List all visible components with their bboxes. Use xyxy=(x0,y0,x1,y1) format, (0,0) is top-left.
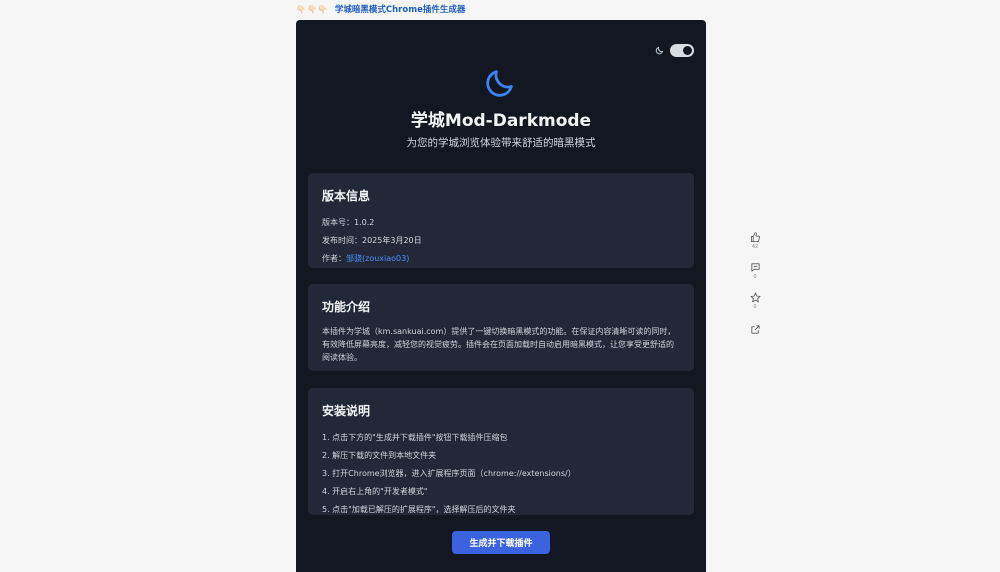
version-heading: 版本信息 xyxy=(322,189,371,203)
comment-count: 0 xyxy=(753,274,757,280)
release-date-label: 发布时间： xyxy=(322,236,362,245)
install-step: 3. 打开Chrome浏览器，进入扩展程序页面（chrome://extensi… xyxy=(322,469,576,478)
feature-intro-card: 功能介绍 本插件为学城（km.sankuai.com）提供了一键切换暗黑模式的功… xyxy=(308,284,694,371)
theme-toggle-group xyxy=(655,44,694,57)
install-step: 1. 点击下方的"生成并下载插件"按钮下载插件压缩包 xyxy=(322,433,508,442)
thumbs-up-icon xyxy=(750,232,760,243)
comment-icon xyxy=(750,263,760,272)
favorite-count: 0 xyxy=(753,304,757,310)
author-link[interactable]: 邹骁(zouxiao03) xyxy=(346,254,409,263)
feature-heading: 功能介绍 xyxy=(322,300,371,314)
favorite-button[interactable]: 0 xyxy=(750,292,761,310)
install-step: 4. 开启右上角的"开发者模式" xyxy=(322,487,428,496)
install-heading: 安装说明 xyxy=(322,404,371,418)
version-value: 1.0.2 xyxy=(354,218,375,227)
moon-icon xyxy=(655,46,664,55)
share-button[interactable] xyxy=(750,324,761,335)
comment-button[interactable]: 0 xyxy=(750,262,761,280)
author-line: 作者：邹骁(zouxiao03) xyxy=(322,250,680,268)
release-date-value: 2025年3月20日 xyxy=(362,236,422,245)
side-action-bar: 42 0 0 xyxy=(745,232,765,335)
star-icon xyxy=(750,292,760,303)
pointing-down-emoji: 👇🏻👇🏻👇🏻 xyxy=(296,4,329,14)
release-date-line: 发布时间：2025年3月20日 xyxy=(322,232,680,250)
install-guide-card: 安装说明 1. 点击下方的"生成并下载插件"按钮下载插件压缩包 2. 解压下载的… xyxy=(308,388,694,515)
author-label: 作者： xyxy=(322,254,346,263)
version-info-card: 版本信息 版本号：1.0.2 发布时间：2025年3月20日 作者：邹骁(zou… xyxy=(308,173,694,268)
share-icon xyxy=(750,325,760,334)
generate-download-button[interactable]: 生成并下载插件 xyxy=(452,531,550,554)
app-subtitle: 为您的学城浏览体验带来舒适的暗黑模式 xyxy=(406,137,596,149)
install-step: 2. 解压下载的文件到本地文件夹 xyxy=(322,451,437,460)
version-label: 版本号： xyxy=(322,218,354,227)
page-header: 👇🏻👇🏻👇🏻 学城暗黑模式Chrome插件生成器 xyxy=(296,3,465,16)
app-title: 学城Mod-Darkmode xyxy=(410,111,592,131)
version-line: 版本号：1.0.2 xyxy=(322,214,680,232)
feature-description: 本插件为学城（km.sankuai.com）提供了一键切换暗黑模式的功能。在保证… xyxy=(322,327,676,362)
moon-logo-icon xyxy=(486,70,513,97)
like-count: 42 xyxy=(751,244,759,250)
theme-toggle-switch[interactable] xyxy=(670,44,694,57)
darkmode-panel: 学城Mod-Darkmode 为您的学城浏览体验带来舒适的暗黑模式 版本信息 版… xyxy=(296,20,706,572)
toggle-knob xyxy=(683,46,692,55)
like-button[interactable]: 42 xyxy=(750,232,761,250)
page-title-link[interactable]: 学城暗黑模式Chrome插件生成器 xyxy=(335,3,465,15)
install-step: 5. 点击"加载已解压的扩展程序"，选择解压后的文件夹 xyxy=(322,505,516,514)
